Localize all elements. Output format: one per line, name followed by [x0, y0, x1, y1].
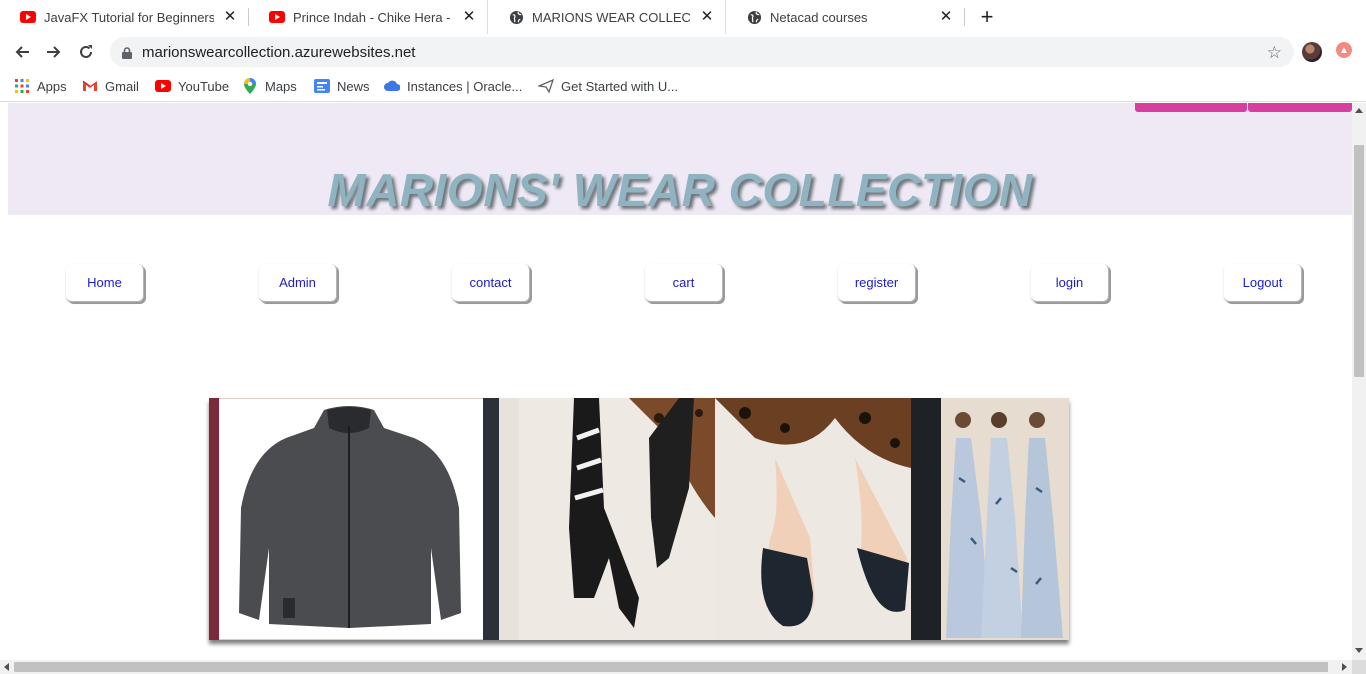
bookmark-label: Maps — [265, 78, 297, 94]
tab-divider — [964, 8, 965, 26]
bookmark-star-icon[interactable]: ☆ — [1267, 43, 1282, 63]
bookmark-label: Gmail — [105, 78, 139, 94]
bookmark-label: Apps — [37, 78, 67, 94]
arrow-right-icon — [47, 46, 61, 58]
tab-strip: JavaFX Tutorial for Beginners 7 ✕ Prince… — [0, 0, 1366, 34]
tab-marions-wear[interactable]: MARIONS WEAR COLLECTION ✕ — [487, 0, 726, 34]
horizontal-scrollbar[interactable] — [0, 660, 1352, 674]
tab-title: Netacad courses — [770, 9, 868, 25]
arrow-left-icon — [15, 46, 29, 58]
bookmark-gmail[interactable]: Gmail — [82, 77, 139, 95]
close-tab-icon[interactable]: ✕ — [699, 9, 715, 25]
dresses-photo — [911, 398, 1069, 640]
close-tab-icon[interactable]: ✕ — [461, 9, 477, 25]
maps-icon — [242, 78, 258, 94]
scrollbar-corner — [1352, 660, 1366, 674]
scroll-down-arrow-icon[interactable] — [1355, 648, 1363, 653]
nav-home[interactable]: Home — [66, 264, 144, 302]
page-viewport: MARIONS' WEAR COLLECTION Home Admin cont… — [0, 103, 1352, 660]
bookmark-youtube[interactable]: YouTube — [155, 77, 229, 95]
profile-avatar[interactable] — [1302, 42, 1322, 62]
bookmark-oracle-instances[interactable]: Instances | Oracle... — [384, 77, 522, 95]
pink-tab-right[interactable] — [1248, 103, 1352, 112]
heels-photo — [715, 398, 911, 640]
nav-contact[interactable]: contact — [452, 264, 530, 302]
bookmark-get-started[interactable]: Get Started with U... — [538, 77, 678, 95]
cloud-icon — [384, 78, 400, 94]
youtube-icon — [269, 9, 285, 25]
vertical-scroll-thumb[interactable] — [1354, 145, 1364, 377]
tab-title: MARIONS WEAR COLLECTION — [532, 9, 691, 25]
lock-icon — [122, 46, 132, 64]
bookmark-apps[interactable]: Apps — [14, 77, 67, 95]
new-tab-button[interactable]: + — [976, 6, 998, 29]
globe-icon — [508, 9, 524, 25]
vertical-scrollbar[interactable] — [1352, 103, 1366, 660]
scroll-right-arrow-icon[interactable] — [1342, 663, 1347, 671]
nav-cart[interactable]: cart — [645, 264, 723, 302]
bookmark-news[interactable]: News — [314, 77, 370, 95]
scroll-up-arrow-icon[interactable] — [1355, 108, 1363, 113]
reload-icon — [80, 45, 92, 58]
address-bar[interactable]: marionswearcollection.azurewebsites.net … — [110, 37, 1294, 67]
nav-admin[interactable]: Admin — [259, 264, 337, 302]
pink-tab-left[interactable] — [1135, 103, 1247, 112]
scroll-left-arrow-icon[interactable] — [4, 663, 9, 671]
bookmark-label: Get Started with U... — [561, 78, 679, 94]
gmail-icon — [82, 78, 98, 94]
tab-title: JavaFX Tutorial for Beginners 7 — [44, 9, 214, 25]
news-icon — [314, 78, 330, 94]
tab-prince-indah[interactable]: Prince Indah - Chike Hera - You ✕ — [249, 0, 487, 34]
url-text: marionswearcollection.azurewebsites.net — [142, 44, 416, 61]
nav-login[interactable]: login — [1031, 264, 1109, 302]
nav-logout[interactable]: Logout — [1224, 264, 1302, 302]
globe-icon — [746, 9, 762, 25]
close-tab-icon[interactable]: ✕ — [938, 9, 954, 25]
bookmarks-bar: Apps Gmail YouTube Maps News Instances |… — [0, 70, 1366, 102]
site-title: MARIONS' WEAR COLLECTION — [327, 164, 1033, 216]
jacket-photo — [209, 398, 519, 640]
bookmark-maps[interactable]: Maps — [242, 77, 297, 95]
bookmark-label: News — [337, 78, 370, 94]
bookmark-label: YouTube — [178, 78, 230, 94]
forward-button[interactable] — [43, 42, 65, 62]
nav-register[interactable]: register — [838, 264, 916, 302]
browser-toolbar: marionswearcollection.azurewebsites.net … — [0, 34, 1366, 70]
tab-netacad[interactable]: Netacad courses ✕ — [726, 0, 964, 34]
tab-title: Prince Indah - Chike Hera - You — [293, 9, 453, 25]
close-tab-icon[interactable]: ✕ — [222, 9, 238, 25]
reload-button[interactable] — [75, 42, 97, 62]
horizontal-scroll-thumb[interactable] — [14, 662, 1328, 672]
extension-icon[interactable]: ▲ — [1336, 42, 1352, 58]
youtube-icon — [20, 9, 36, 25]
tab-javafx[interactable]: JavaFX Tutorial for Beginners 7 ✕ — [0, 0, 248, 34]
back-button[interactable] — [11, 42, 33, 62]
image-slideshow[interactable] — [209, 398, 1069, 640]
youtube-icon — [155, 78, 171, 94]
bookmark-label: Instances | Oracle... — [407, 78, 523, 94]
site-header: MARIONS' WEAR COLLECTION — [8, 103, 1352, 216]
apps-grid-icon — [14, 78, 30, 94]
send-icon — [538, 78, 554, 94]
boots-photo — [519, 398, 715, 640]
